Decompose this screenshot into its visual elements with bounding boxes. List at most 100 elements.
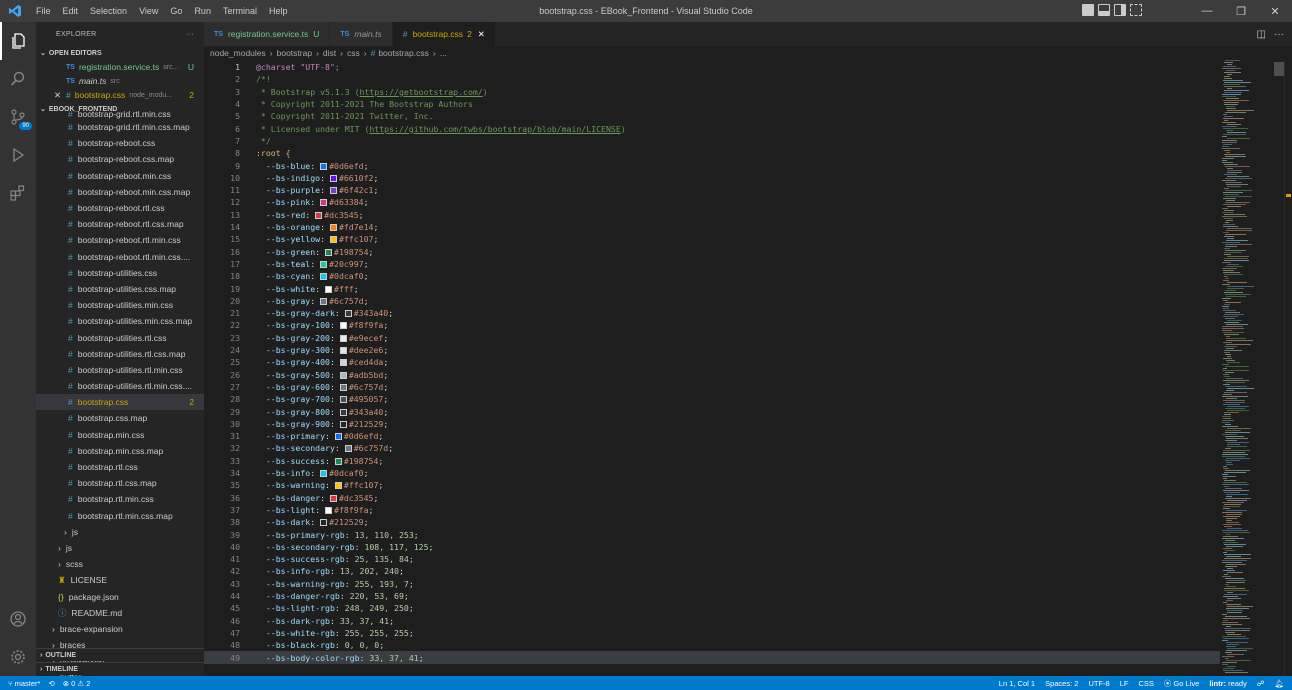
code-line[interactable]: 23 --bs-gray-200: #e9ecef; [204,332,1220,344]
code-line[interactable]: 8:root { [204,147,1220,159]
account-icon[interactable] [0,600,36,638]
explorer-icon[interactable] [0,22,36,60]
file-item[interactable]: # bootstrap-utilities.css.map [36,281,204,297]
code-line[interactable]: 4 * Copyright 2011-2021 The Bootstrap Au… [204,98,1220,110]
open-editors-section[interactable]: ⌄ OPEN EDITORS [36,46,204,60]
code-line[interactable]: 19 --bs-white: #fff; [204,282,1220,294]
close-tab-icon[interactable]: ✕ [478,29,485,40]
code-line[interactable]: 7 */ [204,135,1220,147]
tab-main[interactable]: TS main.ts [330,22,393,46]
file-item[interactable]: # bootstrap.css.map [36,410,204,426]
color-swatch[interactable] [320,519,328,527]
file-item[interactable]: # bootstrap.rtl.min.css.map [36,508,204,524]
color-swatch[interactable] [325,285,333,293]
extensions-icon[interactable] [0,174,36,212]
color-swatch[interactable] [339,408,347,416]
file-item[interactable]: {} package.json [36,588,204,604]
file-item[interactable]: # bootstrap-utilities.css [36,265,204,281]
code-line[interactable]: 15 --bs-yellow: #ffc107; [204,233,1220,245]
color-swatch[interactable] [325,248,333,256]
end-of-line[interactable]: LF [1120,679,1129,688]
restore-icon[interactable]: ❐ [1224,0,1258,22]
toggle-panel-icon[interactable] [1098,4,1110,16]
file-item[interactable]: # bootstrap-reboot.css.map [36,151,204,167]
color-swatch[interactable] [339,322,347,330]
color-swatch[interactable] [329,187,337,195]
file-item[interactable]: # bootstrap-utilities.rtl.css.map [36,346,204,362]
code-line[interactable]: 33 --bs-success: #198754; [204,455,1220,467]
code-line[interactable]: 40 --bs-secondary-rgb: 108, 117, 125; [204,541,1220,553]
timeline-section[interactable]: › TIMELINE [36,662,204,675]
breadcrumb-item[interactable]: node_modules [210,48,266,58]
file-item[interactable]: # bootstrap-utilities.min.css [36,297,204,313]
code-line[interactable]: 3 * Bootstrap v5.1.3 (https://getbootstr… [204,86,1220,98]
code-line[interactable]: 29 --bs-gray-800: #343a40; [204,405,1220,417]
code-line[interactable]: 13 --bs-red: #dc3545; [204,209,1220,221]
color-swatch[interactable] [315,211,323,219]
more-actions-icon[interactable]: ··· [1274,29,1284,40]
lintr-status[interactable]: lintr: ready [1209,679,1247,688]
feedback-icon[interactable]: ☍ [1257,679,1265,688]
file-item[interactable]: # bootstrap-utilities.rtl.min.css.... [36,378,204,394]
color-swatch[interactable] [334,457,342,465]
code-line[interactable]: 21 --bs-gray-dark: #343a40; [204,307,1220,319]
code-line[interactable]: 30 --bs-gray-900: #212529; [204,418,1220,430]
code-line[interactable]: 38 --bs-dark: #212529; [204,516,1220,528]
menu-item-view[interactable]: View [133,6,164,16]
close-window-icon[interactable]: ✕ [1258,0,1292,22]
file-item[interactable]: # bootstrap-utilities.rtl.min.css [36,362,204,378]
source-control-icon[interactable]: 90 [0,98,36,136]
file-item[interactable]: # bootstrap-reboot.rtl.css.map [36,216,204,232]
code-line[interactable]: 27 --bs-gray-600: #6c757d; [204,381,1220,393]
color-swatch[interactable] [339,334,347,342]
scrollbar-thumb[interactable] [1274,62,1284,76]
color-swatch[interactable] [334,433,342,441]
code-line[interactable]: 39 --bs-primary-rgb: 13, 110, 253; [204,528,1220,540]
code-line[interactable]: 20 --bs-gray: #6c757d; [204,295,1220,307]
color-swatch[interactable] [320,297,328,305]
minimap[interactable] [1220,46,1280,676]
code-editor[interactable]: 1 @charset "UTF-8"; 2/*! 3 * Bootstrap v5.1… [204,60,1220,676]
file-item[interactable]: # bootstrap.min.css.map [36,443,204,459]
color-swatch[interactable] [344,445,352,453]
file-item[interactable]: # bootstrap-reboot.min.css.map [36,184,204,200]
code-line[interactable]: 31 --bs-primary: #0d6efd; [204,430,1220,442]
code-line[interactable]: 12 --bs-pink: #d63384; [204,196,1220,208]
color-swatch[interactable] [325,506,333,514]
sync-icon[interactable]: ⟲ [48,679,54,688]
code-line[interactable]: 28 --bs-gray-700: #495057; [204,393,1220,405]
indentation[interactable]: Spaces: 2 [1045,679,1078,688]
customize-layout-icon[interactable] [1130,4,1142,16]
open-editor-item[interactable]: TS registration.service.ts src... U [36,60,204,74]
code-line[interactable]: 34 --bs-info: #0dcaf0; [204,467,1220,479]
file-item[interactable]: # bootstrap-utilities.min.css.map [36,313,204,329]
menu-item-file[interactable]: File [30,6,57,16]
code-line[interactable]: 14 --bs-orange: #fd7e14; [204,221,1220,233]
code-line[interactable]: 11 --bs-purple: #6f42c1; [204,184,1220,196]
file-item[interactable]: # bootstrap-reboot.rtl.min.css [36,232,204,248]
toggle-sidebar-icon[interactable] [1082,4,1094,16]
code-line[interactable]: 41 --bs-success-rgb: 25, 135, 84; [204,553,1220,565]
color-swatch[interactable] [339,396,347,404]
file-item[interactable]: # bootstrap-grid.rtl.min.css [36,110,204,119]
code-line[interactable]: 9 --bs-blue: #0d6efd; [204,159,1220,171]
folder-item[interactable]: › js [36,540,204,556]
tab-registration-service[interactable]: TS registration.service.ts U [204,22,331,46]
split-editor-icon[interactable]: ◫ [1257,29,1266,40]
explorer-more-icon[interactable]: ··· [186,31,194,38]
color-swatch[interactable] [339,383,347,391]
color-swatch[interactable] [329,494,337,502]
outline-section[interactable]: › OUTLINE [36,648,204,661]
code-line[interactable]: 32 --bs-secondary: #6c757d; [204,442,1220,454]
file-item[interactable]: ⓘ README.md [36,605,204,621]
code-line[interactable]: 44 --bs-danger-rgb: 220, 53, 69; [204,590,1220,602]
code-line[interactable]: 22 --bs-gray-100: #f8f9fa; [204,319,1220,331]
code-line[interactable]: 25 --bs-gray-400: #ced4da; [204,356,1220,368]
code-line[interactable]: 42 --bs-info-rgb: 13, 202, 240; [204,565,1220,577]
open-editor-item[interactable]: ✕ # bootstrap.css node_modu... 2 [36,88,204,102]
breadcrumb-item[interactable]: css [347,48,360,58]
color-swatch[interactable] [339,371,347,379]
color-swatch[interactable] [320,162,328,170]
branch-status[interactable]: ⑂ master* [8,679,40,688]
breadcrumb-item[interactable]: bootstrap.css [378,48,429,58]
